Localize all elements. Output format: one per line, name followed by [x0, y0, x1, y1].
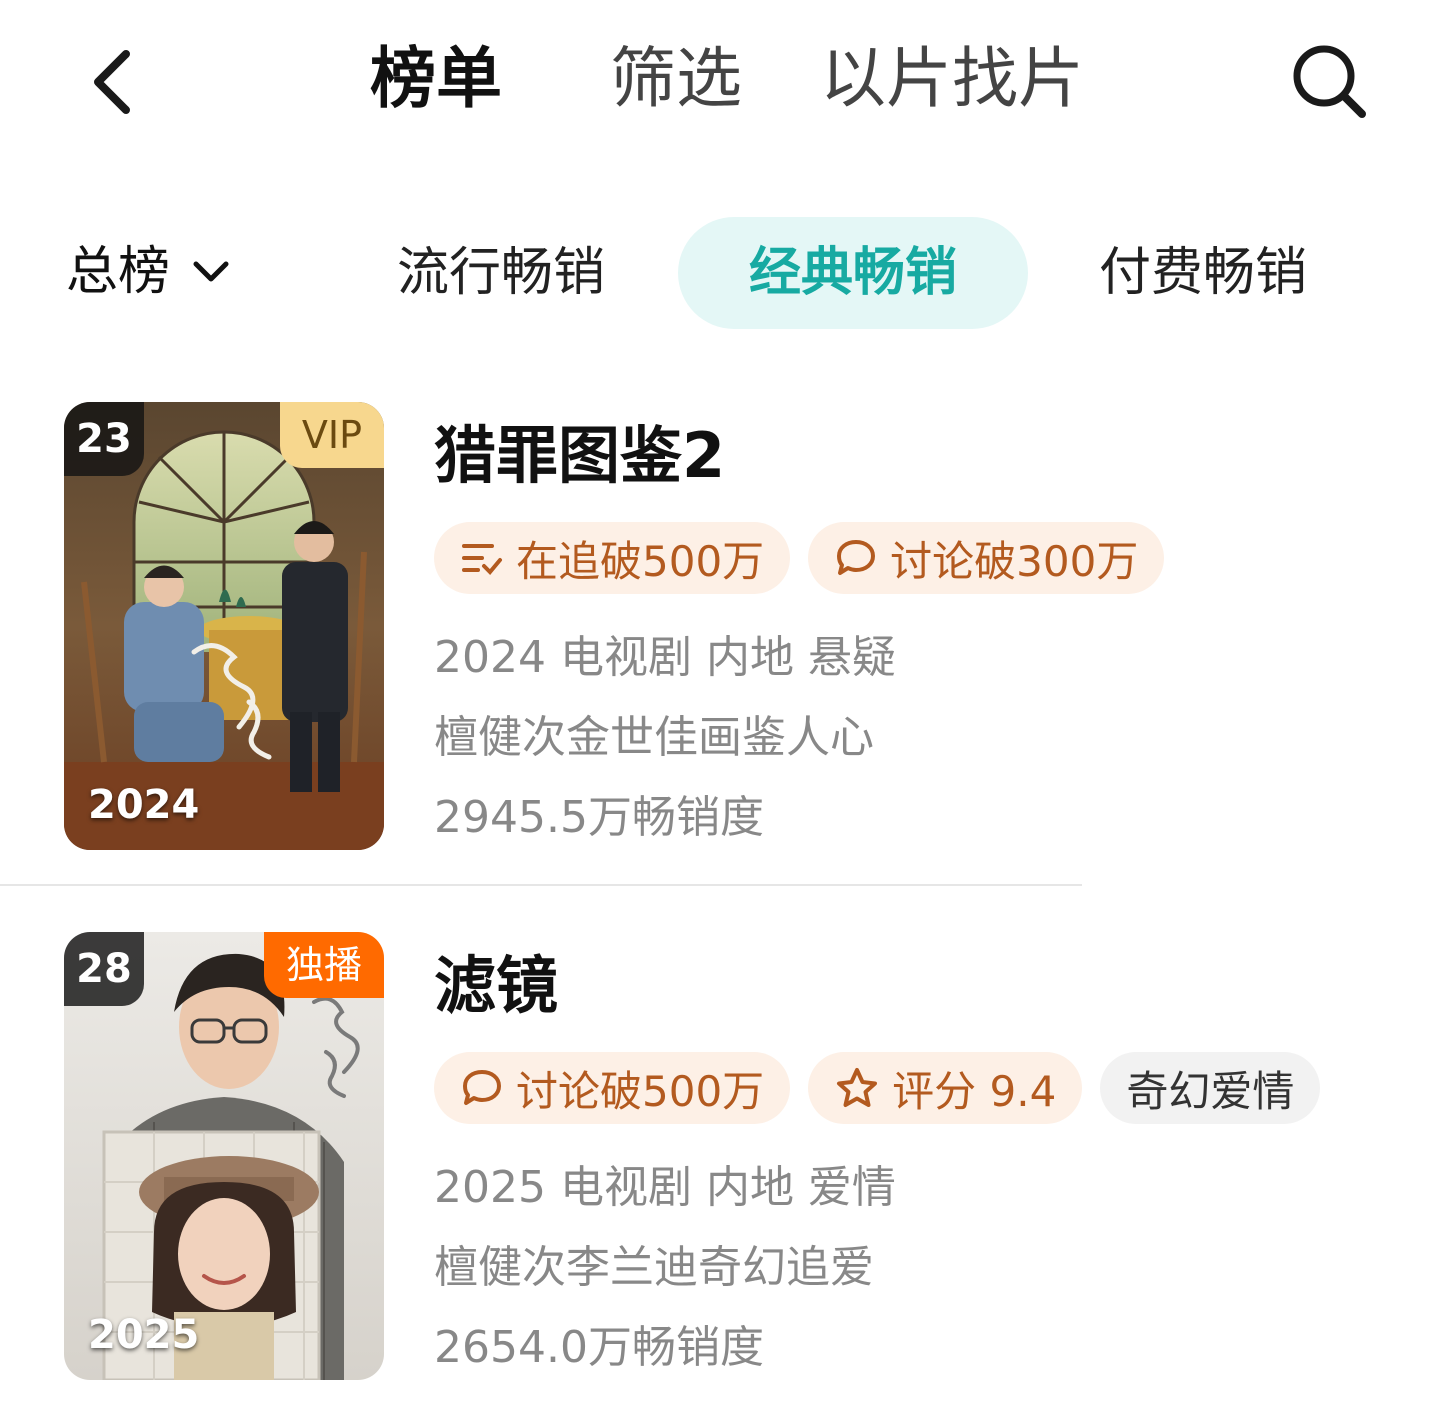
- tab-filter[interactable]: 筛选: [610, 34, 742, 124]
- rank-badge: 23: [64, 402, 144, 476]
- chevron-down-icon: [193, 261, 229, 282]
- comment-icon: [463, 1070, 501, 1105]
- item-description: 檀健次李兰迪奇幻追爱: [434, 1242, 874, 1293]
- genre-tag[interactable]: 奇幻爱情: [1100, 1052, 1321, 1124]
- item-info: 2024 电视剧 内地 悬疑: [434, 632, 896, 683]
- divider: [0, 884, 1082, 886]
- comment-icon: [837, 540, 876, 575]
- item-title[interactable]: 滤镜: [434, 946, 558, 1026]
- following-tag: 在追破500万: [434, 522, 791, 594]
- discussion-tag: 讨论破500万: [434, 1052, 791, 1124]
- category-row: 总榜 流行畅销 经典畅销 付费畅销: [0, 215, 1440, 330]
- tag-row: 在追破500万 讨论破300万: [434, 522, 1165, 594]
- item-description: 檀健次金世佳画鉴人心: [434, 712, 874, 763]
- category-tab-paid[interactable]: 付费畅销: [1072, 217, 1334, 329]
- vip-badge: VIP: [279, 402, 384, 468]
- rating-tag: 评分 9.4: [808, 1052, 1083, 1124]
- item-info: 2025 电视剧 内地 爱情: [434, 1162, 896, 1213]
- ranking-type-dropdown[interactable]: 总榜: [66, 237, 230, 307]
- poster-year: 2024: [88, 782, 200, 828]
- item-sales: 2945.5万畅销度: [434, 792, 764, 843]
- rating-tag-label: 评分 9.4: [892, 1066, 1057, 1116]
- search-button[interactable]: [1290, 40, 1370, 120]
- item-title[interactable]: 猎罪图鉴2: [434, 416, 725, 496]
- tag-row: 讨论破500万 评分 9.4 奇幻爱情: [434, 1052, 1321, 1124]
- follow-list-icon: [462, 544, 502, 575]
- category-tab-popular[interactable]: 流行畅销: [370, 217, 632, 329]
- top-nav-bar: 榜单 筛选 以片找片: [0, 0, 1440, 170]
- poster-image[interactable]: 28 独播 2025: [64, 932, 384, 1380]
- poster-year: 2025: [88, 1312, 200, 1358]
- search-icon: [1293, 45, 1366, 118]
- discussion-tag-label: 讨论破300万: [890, 536, 1139, 586]
- ranking-type-label: 总榜: [66, 242, 171, 302]
- discussion-tag: 讨论破300万: [808, 522, 1165, 594]
- exclusive-badge: 独播: [263, 932, 384, 998]
- poster-image[interactable]: 23 VIP 2024: [64, 402, 384, 850]
- item-sales: 2654.0万畅销度: [434, 1322, 764, 1373]
- tab-find-by-clip[interactable]: 以片找片: [820, 34, 1084, 124]
- discussion-tag-label: 讨论破500万: [516, 1066, 765, 1116]
- tab-rankings[interactable]: 榜单: [370, 34, 502, 124]
- list-item[interactable]: 23 VIP 2024 猎罪图鉴2 在追破500万 讨论破300万 2024 电…: [0, 402, 1440, 872]
- back-arrow-icon: [94, 50, 130, 114]
- back-button[interactable]: [80, 40, 150, 120]
- following-tag-label: 在追破500万: [516, 536, 765, 586]
- category-tab-classic[interactable]: 经典畅销: [678, 217, 1028, 329]
- list-item[interactable]: 28 独播 2025 滤镜 讨论破500万 评分 9.4 奇幻爱情 2025 电…: [0, 932, 1440, 1402]
- rank-badge: 28: [64, 932, 144, 1006]
- star-icon: [837, 1068, 878, 1107]
